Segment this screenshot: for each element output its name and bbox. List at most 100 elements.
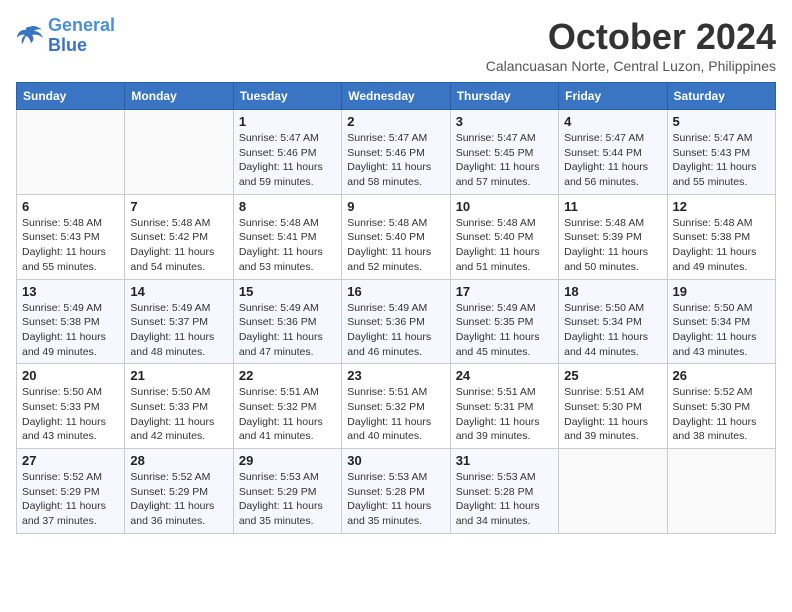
day-info: Sunrise: 5:52 AM Sunset: 5:30 PM Dayligh… (673, 385, 770, 444)
logo: General Blue (16, 16, 115, 56)
calendar-cell (559, 449, 667, 534)
day-number: 7 (130, 199, 227, 214)
calendar-cell: 12 Sunrise: 5:48 AM Sunset: 5:38 PM Dayli… (667, 194, 775, 279)
calendar-cell: 10Sunrise: 5:48 AM Sunset: 5:40 PM Dayli… (450, 194, 558, 279)
day-number: 9 (347, 199, 444, 214)
calendar-cell: 2Sunrise: 5:47 AM Sunset: 5:46 PM Daylig… (342, 110, 450, 195)
day-number: 3 (456, 114, 553, 129)
day-info: Sunrise: 5:51 AM Sunset: 5:32 PM Dayligh… (347, 385, 444, 444)
day-info: Sunrise: 5:51 AM Sunset: 5:30 PM Dayligh… (564, 385, 661, 444)
page-header: General Blue October 2024 Calancuasan No… (16, 16, 776, 74)
day-info: Sunrise: 5:49 AM Sunset: 5:37 PM Dayligh… (130, 301, 227, 360)
calendar-cell: 28 Sunrise: 5:52 AM Sunset: 5:29 PM Dayli… (125, 449, 233, 534)
logo-text: General Blue (48, 16, 115, 56)
day-info: Sunrise: 5:53 AM Sunset: 5:28 PM Dayligh… (456, 470, 553, 529)
day-number: 1 (239, 114, 336, 129)
calendar-cell: 9 Sunrise: 5:48 AM Sunset: 5:40 PM Daylig… (342, 194, 450, 279)
calendar-header-row: SundayMondayTuesdayWednesdayThursdayFrid… (17, 83, 776, 110)
calendar-cell: 11 Sunrise: 5:48 AM Sunset: 5:39 PM Dayli… (559, 194, 667, 279)
month-title: October 2024 (486, 16, 776, 58)
title-block: October 2024 Calancuasan Norte, Central … (486, 16, 776, 74)
calendar-week-row: 6 Sunrise: 5:48 AM Sunset: 5:43 PM Daylig… (17, 194, 776, 279)
day-info: Sunrise: 5:47 AM Sunset: 5:43 PM Dayligh… (673, 131, 770, 190)
day-number: 18 (564, 284, 661, 299)
calendar-week-row: 20Sunrise: 5:50 AM Sunset: 5:33 PM Dayli… (17, 364, 776, 449)
day-number: 31 (456, 453, 553, 468)
day-number: 5 (673, 114, 770, 129)
day-info: Sunrise: 5:48 AM Sunset: 5:40 PM Dayligh… (347, 216, 444, 275)
calendar-cell (667, 449, 775, 534)
column-header-sunday: Sunday (17, 83, 125, 110)
day-number: 23 (347, 368, 444, 383)
day-number: 6 (22, 199, 119, 214)
calendar-week-row: 27 Sunrise: 5:52 AM Sunset: 5:29 PM Dayli… (17, 449, 776, 534)
calendar-cell: 20Sunrise: 5:50 AM Sunset: 5:33 PM Dayli… (17, 364, 125, 449)
calendar-cell (17, 110, 125, 195)
column-header-tuesday: Tuesday (233, 83, 341, 110)
day-number: 19 (673, 284, 770, 299)
day-info: Sunrise: 5:53 AM Sunset: 5:29 PM Dayligh… (239, 470, 336, 529)
day-info: Sunrise: 5:50 AM Sunset: 5:33 PM Dayligh… (22, 385, 119, 444)
day-number: 2 (347, 114, 444, 129)
day-info: Sunrise: 5:48 AM Sunset: 5:39 PM Dayligh… (564, 216, 661, 275)
day-info: Sunrise: 5:47 AM Sunset: 5:46 PM Dayligh… (239, 131, 336, 190)
day-info: Sunrise: 5:50 AM Sunset: 5:34 PM Dayligh… (673, 301, 770, 360)
calendar-cell: 8Sunrise: 5:48 AM Sunset: 5:41 PM Daylig… (233, 194, 341, 279)
calendar-cell: 13Sunrise: 5:49 AM Sunset: 5:38 PM Dayli… (17, 279, 125, 364)
day-info: Sunrise: 5:48 AM Sunset: 5:43 PM Dayligh… (22, 216, 119, 275)
day-number: 30 (347, 453, 444, 468)
calendar-cell: 6 Sunrise: 5:48 AM Sunset: 5:43 PM Daylig… (17, 194, 125, 279)
calendar-table: SundayMondayTuesdayWednesdayThursdayFrid… (16, 82, 776, 534)
day-number: 8 (239, 199, 336, 214)
calendar-cell: 7 Sunrise: 5:48 AM Sunset: 5:42 PM Daylig… (125, 194, 233, 279)
calendar-week-row: 13Sunrise: 5:49 AM Sunset: 5:38 PM Dayli… (17, 279, 776, 364)
day-info: Sunrise: 5:51 AM Sunset: 5:31 PM Dayligh… (456, 385, 553, 444)
day-number: 15 (239, 284, 336, 299)
day-number: 12 (673, 199, 770, 214)
calendar-cell: 23 Sunrise: 5:51 AM Sunset: 5:32 PM Dayli… (342, 364, 450, 449)
day-info: Sunrise: 5:49 AM Sunset: 5:36 PM Dayligh… (239, 301, 336, 360)
calendar-cell: 24 Sunrise: 5:51 AM Sunset: 5:31 PM Dayli… (450, 364, 558, 449)
calendar-cell: 27Sunrise: 5:52 AM Sunset: 5:29 PM Dayli… (17, 449, 125, 534)
day-info: Sunrise: 5:50 AM Sunset: 5:34 PM Dayligh… (564, 301, 661, 360)
calendar-cell: 21Sunrise: 5:50 AM Sunset: 5:33 PM Dayli… (125, 364, 233, 449)
day-number: 29 (239, 453, 336, 468)
column-header-thursday: Thursday (450, 83, 558, 110)
day-number: 11 (564, 199, 661, 214)
day-info: Sunrise: 5:53 AM Sunset: 5:28 PM Dayligh… (347, 470, 444, 529)
calendar-cell (125, 110, 233, 195)
calendar-cell: 3 Sunrise: 5:47 AM Sunset: 5:45 PM Daylig… (450, 110, 558, 195)
calendar-cell: 30 Sunrise: 5:53 AM Sunset: 5:28 PM Dayli… (342, 449, 450, 534)
calendar-cell: 5 Sunrise: 5:47 AM Sunset: 5:43 PM Daylig… (667, 110, 775, 195)
calendar-cell: 17Sunrise: 5:49 AM Sunset: 5:35 PM Dayli… (450, 279, 558, 364)
day-number: 27 (22, 453, 119, 468)
day-info: Sunrise: 5:52 AM Sunset: 5:29 PM Dayligh… (130, 470, 227, 529)
calendar-cell: 15 Sunrise: 5:49 AM Sunset: 5:36 PM Dayli… (233, 279, 341, 364)
calendar-week-row: 1 Sunrise: 5:47 AM Sunset: 5:46 PM Daylig… (17, 110, 776, 195)
day-number: 28 (130, 453, 227, 468)
day-info: Sunrise: 5:49 AM Sunset: 5:38 PM Dayligh… (22, 301, 119, 360)
day-info: Sunrise: 5:51 AM Sunset: 5:32 PM Dayligh… (239, 385, 336, 444)
day-number: 10 (456, 199, 553, 214)
calendar-cell: 18 Sunrise: 5:50 AM Sunset: 5:34 PM Dayli… (559, 279, 667, 364)
day-number: 25 (564, 368, 661, 383)
day-info: Sunrise: 5:49 AM Sunset: 5:36 PM Dayligh… (347, 301, 444, 360)
day-info: Sunrise: 5:48 AM Sunset: 5:38 PM Dayligh… (673, 216, 770, 275)
calendar-cell: 19 Sunrise: 5:50 AM Sunset: 5:34 PM Dayli… (667, 279, 775, 364)
day-number: 16 (347, 284, 444, 299)
calendar-cell: 31 Sunrise: 5:53 AM Sunset: 5:28 PM Dayli… (450, 449, 558, 534)
day-number: 14 (130, 284, 227, 299)
location-subtitle: Calancuasan Norte, Central Luzon, Philip… (486, 58, 776, 74)
day-number: 4 (564, 114, 661, 129)
day-info: Sunrise: 5:47 AM Sunset: 5:45 PM Dayligh… (456, 131, 553, 190)
day-number: 22 (239, 368, 336, 383)
calendar-cell: 25 Sunrise: 5:51 AM Sunset: 5:30 PM Dayli… (559, 364, 667, 449)
column-header-friday: Friday (559, 83, 667, 110)
day-number: 24 (456, 368, 553, 383)
calendar-cell: 1 Sunrise: 5:47 AM Sunset: 5:46 PM Daylig… (233, 110, 341, 195)
calendar-cell: 26 Sunrise: 5:52 AM Sunset: 5:30 PM Dayli… (667, 364, 775, 449)
column-header-wednesday: Wednesday (342, 83, 450, 110)
day-info: Sunrise: 5:48 AM Sunset: 5:42 PM Dayligh… (130, 216, 227, 275)
day-number: 26 (673, 368, 770, 383)
day-info: Sunrise: 5:50 AM Sunset: 5:33 PM Dayligh… (130, 385, 227, 444)
